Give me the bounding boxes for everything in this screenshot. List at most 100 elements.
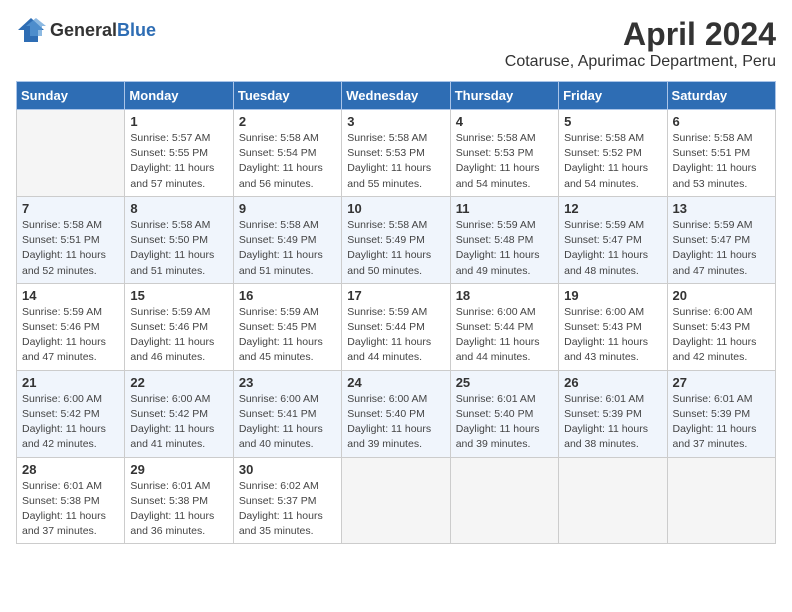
day-number: 4 xyxy=(456,114,553,129)
header-cell-tuesday: Tuesday xyxy=(233,82,341,110)
day-number: 16 xyxy=(239,288,336,303)
day-cell: 4 Sunrise: 5:58 AMSunset: 5:53 PMDaylight… xyxy=(450,110,558,197)
day-number: 28 xyxy=(22,462,119,477)
header-cell-monday: Monday xyxy=(125,82,233,110)
day-number: 6 xyxy=(673,114,770,129)
calendar-subtitle: Cotaruse, Apurimac Department, Peru xyxy=(505,53,776,71)
day-info: Sunrise: 5:59 AMSunset: 5:44 PMDaylight:… xyxy=(347,305,444,366)
day-number: 19 xyxy=(564,288,661,303)
day-number: 17 xyxy=(347,288,444,303)
week-row-1: 1 Sunrise: 5:57 AMSunset: 5:55 PMDaylight… xyxy=(17,110,776,197)
day-number: 20 xyxy=(673,288,770,303)
day-number: 13 xyxy=(673,201,770,216)
header-row: SundayMondayTuesdayWednesdayThursdayFrid… xyxy=(17,82,776,110)
day-number: 7 xyxy=(22,201,119,216)
day-cell: 9 Sunrise: 5:58 AMSunset: 5:49 PMDaylight… xyxy=(233,196,341,283)
day-cell: 29Sunrise: 6:01 AMSunset: 5:38 PMDayligh… xyxy=(125,457,233,544)
day-info: Sunrise: 6:00 AMSunset: 5:43 PMDaylight:… xyxy=(564,305,661,366)
day-info: Sunrise: 6:00 AMSunset: 5:44 PMDaylight:… xyxy=(456,305,553,366)
day-cell: 15Sunrise: 5:59 AMSunset: 5:46 PMDayligh… xyxy=(125,283,233,370)
day-cell xyxy=(667,457,775,544)
day-info: Sunrise: 5:59 AMSunset: 5:46 PMDaylight:… xyxy=(130,305,227,366)
day-cell: 17 Sunrise: 5:59 AMSunset: 5:44 PMDayligh… xyxy=(342,283,450,370)
day-cell: 27 Sunrise: 6:01 AMSunset: 5:39 PMDayligh… xyxy=(667,370,775,457)
week-row-2: 7 Sunrise: 5:58 AMSunset: 5:51 PMDaylight… xyxy=(17,196,776,283)
week-row-4: 21Sunrise: 6:00 AMSunset: 5:42 PMDayligh… xyxy=(17,370,776,457)
day-cell: 8 Sunrise: 5:58 AMSunset: 5:50 PMDaylight… xyxy=(125,196,233,283)
day-info: Sunrise: 6:01 AMSunset: 5:39 PMDaylight:… xyxy=(673,392,770,453)
day-info: Sunrise: 5:59 AMSunset: 5:46 PMDaylight:… xyxy=(22,305,119,366)
day-cell: 5 Sunrise: 5:58 AMSunset: 5:52 PMDaylight… xyxy=(559,110,667,197)
day-number: 21 xyxy=(22,375,119,390)
day-cell: 12 Sunrise: 5:59 AMSunset: 5:47 PMDayligh… xyxy=(559,196,667,283)
day-number: 14 xyxy=(22,288,119,303)
day-cell: 21Sunrise: 6:00 AMSunset: 5:42 PMDayligh… xyxy=(17,370,125,457)
day-cell: 16 Sunrise: 5:59 AMSunset: 5:45 PMDayligh… xyxy=(233,283,341,370)
day-cell: 26Sunrise: 6:01 AMSunset: 5:39 PMDayligh… xyxy=(559,370,667,457)
logo-icon xyxy=(16,16,46,44)
day-cell xyxy=(342,457,450,544)
day-cell: 10Sunrise: 5:58 AMSunset: 5:49 PMDayligh… xyxy=(342,196,450,283)
day-number: 2 xyxy=(239,114,336,129)
header-cell-thursday: Thursday xyxy=(450,82,558,110)
day-cell: 7 Sunrise: 5:58 AMSunset: 5:51 PMDaylight… xyxy=(17,196,125,283)
day-info: Sunrise: 5:58 AMSunset: 5:49 PMDaylight:… xyxy=(239,218,336,279)
day-number: 11 xyxy=(456,201,553,216)
header: GeneralBlue April 2024 Cotaruse, Apurima… xyxy=(16,16,776,71)
header-cell-sunday: Sunday xyxy=(17,82,125,110)
day-number: 8 xyxy=(130,201,227,216)
day-number: 9 xyxy=(239,201,336,216)
day-info: Sunrise: 5:57 AMSunset: 5:55 PMDaylight:… xyxy=(130,131,227,192)
week-row-3: 14 Sunrise: 5:59 AMSunset: 5:46 PMDayligh… xyxy=(17,283,776,370)
day-info: Sunrise: 5:58 AMSunset: 5:50 PMDaylight:… xyxy=(130,218,227,279)
day-cell: 19 Sunrise: 6:00 AMSunset: 5:43 PMDayligh… xyxy=(559,283,667,370)
day-info: Sunrise: 6:01 AMSunset: 5:38 PMDaylight:… xyxy=(22,479,119,540)
day-cell xyxy=(450,457,558,544)
day-info: Sunrise: 5:59 AMSunset: 5:45 PMDaylight:… xyxy=(239,305,336,366)
day-cell: 6 Sunrise: 5:58 AMSunset: 5:51 PMDaylight… xyxy=(667,110,775,197)
day-info: Sunrise: 6:02 AMSunset: 5:37 PMDaylight:… xyxy=(239,479,336,540)
day-cell: 18Sunrise: 6:00 AMSunset: 5:44 PMDayligh… xyxy=(450,283,558,370)
day-number: 24 xyxy=(347,375,444,390)
day-cell: 11 Sunrise: 5:59 AMSunset: 5:48 PMDayligh… xyxy=(450,196,558,283)
day-number: 30 xyxy=(239,462,336,477)
day-cell: 28 Sunrise: 6:01 AMSunset: 5:38 PMDayligh… xyxy=(17,457,125,544)
week-row-5: 28 Sunrise: 6:01 AMSunset: 5:38 PMDayligh… xyxy=(17,457,776,544)
day-info: Sunrise: 5:58 AMSunset: 5:52 PMDaylight:… xyxy=(564,131,661,192)
day-number: 29 xyxy=(130,462,227,477)
day-number: 1 xyxy=(130,114,227,129)
title-section: April 2024 Cotaruse, Apurimac Department… xyxy=(505,16,776,71)
day-cell: 1 Sunrise: 5:57 AMSunset: 5:55 PMDaylight… xyxy=(125,110,233,197)
day-info: Sunrise: 5:58 AMSunset: 5:51 PMDaylight:… xyxy=(673,131,770,192)
day-info: Sunrise: 5:59 AMSunset: 5:48 PMDaylight:… xyxy=(456,218,553,279)
day-info: Sunrise: 5:58 AMSunset: 5:53 PMDaylight:… xyxy=(456,131,553,192)
header-cell-saturday: Saturday xyxy=(667,82,775,110)
day-info: Sunrise: 5:58 AMSunset: 5:49 PMDaylight:… xyxy=(347,218,444,279)
day-cell xyxy=(559,457,667,544)
day-cell: 25Sunrise: 6:01 AMSunset: 5:40 PMDayligh… xyxy=(450,370,558,457)
day-info: Sunrise: 5:58 AMSunset: 5:51 PMDaylight:… xyxy=(22,218,119,279)
day-number: 26 xyxy=(564,375,661,390)
header-cell-friday: Friday xyxy=(559,82,667,110)
day-number: 12 xyxy=(564,201,661,216)
day-number: 27 xyxy=(673,375,770,390)
logo-blue: Blue xyxy=(117,20,156,40)
day-cell: 22Sunrise: 6:00 AMSunset: 5:42 PMDayligh… xyxy=(125,370,233,457)
day-cell: 14 Sunrise: 5:59 AMSunset: 5:46 PMDayligh… xyxy=(17,283,125,370)
day-info: Sunrise: 5:58 AMSunset: 5:54 PMDaylight:… xyxy=(239,131,336,192)
logo: GeneralBlue xyxy=(16,16,156,44)
day-cell: 2 Sunrise: 5:58 AMSunset: 5:54 PMDaylight… xyxy=(233,110,341,197)
day-info: Sunrise: 5:58 AMSunset: 5:53 PMDaylight:… xyxy=(347,131,444,192)
day-number: 23 xyxy=(239,375,336,390)
day-number: 3 xyxy=(347,114,444,129)
day-cell: 23 Sunrise: 6:00 AMSunset: 5:41 PMDayligh… xyxy=(233,370,341,457)
day-number: 22 xyxy=(130,375,227,390)
day-info: Sunrise: 6:00 AMSunset: 5:41 PMDaylight:… xyxy=(239,392,336,453)
day-cell: 24Sunrise: 6:00 AMSunset: 5:40 PMDayligh… xyxy=(342,370,450,457)
day-number: 5 xyxy=(564,114,661,129)
day-info: Sunrise: 5:59 AMSunset: 5:47 PMDaylight:… xyxy=(564,218,661,279)
calendar-title: April 2024 xyxy=(505,16,776,53)
day-number: 25 xyxy=(456,375,553,390)
day-cell xyxy=(17,110,125,197)
logo-general: General xyxy=(50,20,117,40)
